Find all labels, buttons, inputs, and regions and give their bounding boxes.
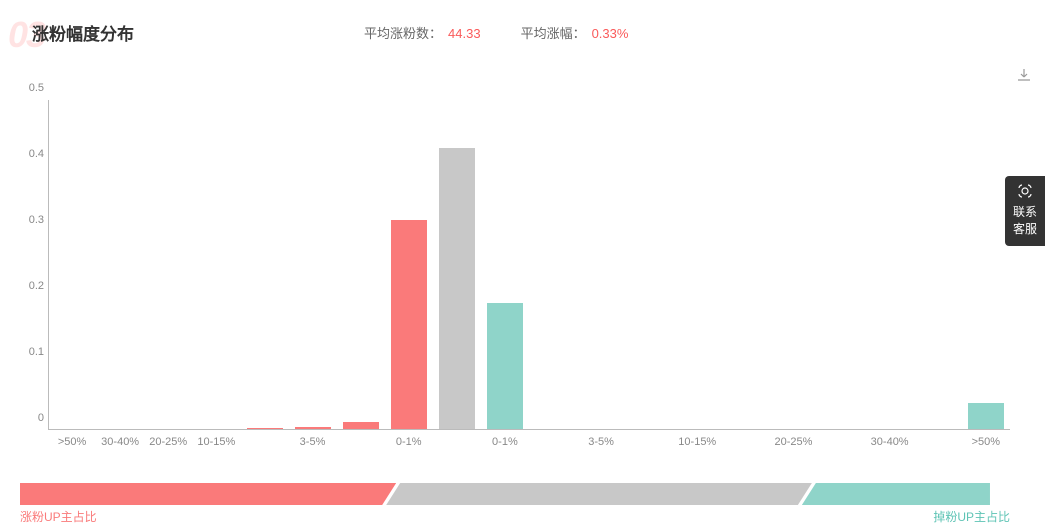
header: 涨粉幅度分布 平均涨粉数： 44.33 平均涨幅： 0.33%	[0, 0, 1045, 55]
y-tick: 0.5	[29, 82, 44, 94]
stat2-label: 平均涨幅：	[521, 26, 586, 41]
bar	[439, 148, 475, 429]
bar-slot	[385, 100, 433, 429]
x-label	[240, 436, 288, 448]
x-label	[818, 436, 866, 448]
y-tick: 0.1	[29, 346, 44, 358]
bar-slot	[289, 100, 337, 429]
x-label: 30-40%	[96, 436, 144, 448]
x-label	[625, 436, 673, 448]
stat-avg-count: 平均涨粉数： 44.33	[364, 23, 481, 42]
stat1-value: 44.33	[448, 26, 481, 41]
bar-slot	[241, 100, 289, 429]
bar-slot	[481, 100, 529, 429]
legend-right-label: 掉粉UP主占比	[933, 508, 1010, 525]
bars-container	[49, 100, 1010, 429]
legend-left-label: 涨粉UP主占比	[20, 508, 97, 525]
x-label	[529, 436, 577, 448]
legend-seg-gray	[386, 483, 812, 505]
contact-support-button[interactable]: 联系客服	[1005, 176, 1045, 246]
x-label: >50%	[48, 436, 96, 448]
stat-avg-pct: 平均涨幅： 0.33%	[521, 23, 629, 42]
bar-slot	[145, 100, 193, 429]
x-axis: >50%30-40%20-25%10-15%3-5%0-1%0-1%3-5%10…	[48, 436, 1010, 448]
bar-slot	[337, 100, 385, 429]
bar	[487, 303, 523, 429]
bar	[391, 220, 427, 429]
bar-slot	[674, 100, 722, 429]
x-label: 0-1%	[385, 436, 433, 448]
bar-slot	[433, 100, 481, 429]
bar-slot	[914, 100, 962, 429]
bar-slot	[818, 100, 866, 429]
x-label: 20-25%	[769, 436, 817, 448]
x-label	[433, 436, 481, 448]
y-tick: 0.4	[29, 148, 44, 160]
x-label: 10-15%	[192, 436, 240, 448]
bar-slot	[97, 100, 145, 429]
y-tick: 0	[38, 412, 44, 424]
stat1-label: 平均涨粉数：	[364, 26, 442, 41]
bar-slot	[626, 100, 674, 429]
chart-title: 涨粉幅度分布	[32, 20, 134, 45]
x-label: 10-15%	[673, 436, 721, 448]
chart: 00.10.20.30.40.5 >50%30-40%20-25%10-15%3…	[20, 100, 1010, 458]
bar-slot	[49, 100, 97, 429]
x-label: 20-25%	[144, 436, 192, 448]
plot-area	[48, 100, 1010, 430]
bar-slot	[529, 100, 577, 429]
bar	[343, 422, 379, 429]
x-label: 0-1%	[481, 436, 529, 448]
y-tick: 0.3	[29, 214, 44, 226]
download-icon[interactable]	[1013, 64, 1035, 86]
bar-slot	[866, 100, 914, 429]
x-label	[337, 436, 385, 448]
y-axis: 00.10.20.30.40.5	[20, 100, 48, 430]
legend-seg-teal	[802, 483, 990, 505]
x-label: >50%	[962, 436, 1010, 448]
contact-label: 联系客服	[1013, 205, 1037, 236]
x-label: 3-5%	[577, 436, 625, 448]
y-tick: 0.2	[29, 280, 44, 292]
legend-bar	[20, 483, 1010, 505]
bar-slot	[722, 100, 770, 429]
bar-slot	[962, 100, 1010, 429]
x-label	[721, 436, 769, 448]
bar-slot	[193, 100, 241, 429]
bar	[295, 427, 331, 429]
x-label: 3-5%	[288, 436, 336, 448]
legend-seg-pink	[20, 483, 396, 505]
bar	[247, 428, 283, 429]
stat2-value: 0.33%	[592, 26, 629, 41]
bar-slot	[770, 100, 818, 429]
bar	[968, 403, 1004, 429]
x-label: 30-40%	[866, 436, 914, 448]
bar-slot	[578, 100, 626, 429]
x-label	[914, 436, 962, 448]
